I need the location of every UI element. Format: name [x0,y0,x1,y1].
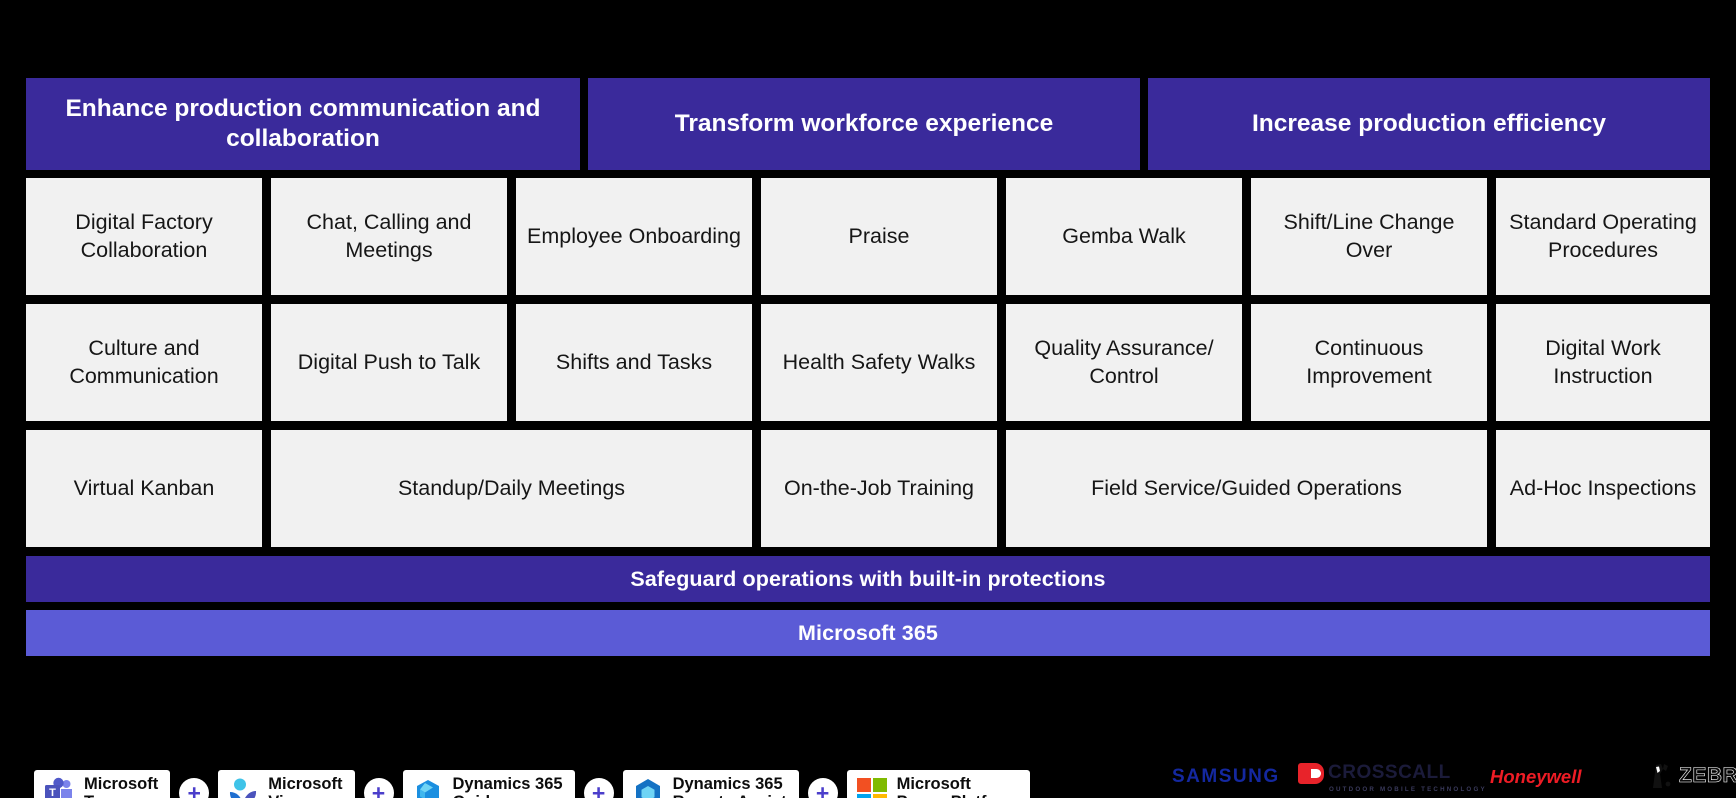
pillar-header-communication: Enhance production communication and col… [26,78,580,170]
plus-separator-icon: + [583,778,614,798]
microsoft-teams-icon: T [42,776,76,798]
product-label: Microsoft Power Platform [896,774,1018,798]
capability-cell[interactable]: Ad-Hoc Inspections [1496,430,1710,547]
capability-cell[interactable]: Digital Work Instruction [1496,304,1710,421]
capability-cell[interactable]: Digital Factory Collaboration [26,178,262,295]
capability-cell[interactable]: Gemba Walk [1006,178,1242,295]
capability-cell[interactable]: Shift/Line Change Over [1251,178,1487,295]
capability-cell[interactable]: Standard Operating Procedures [1496,178,1710,295]
product-label: Dynamics 365 Guides [452,774,563,798]
capability-row-2: Culture and Communication Digital Push t… [26,304,1710,421]
partner-tagline: OUTDOOR MOBILE TECHNOLOGY [1329,786,1487,793]
capability-row-1: Digital Factory Collaboration Chat, Call… [26,178,1710,295]
diagram-canvas: Enhance production communication and col… [0,78,1736,798]
capability-cell[interactable]: Digital Push to Talk [271,304,507,421]
capability-cell[interactable]: Standup/Daily Meetings [271,430,752,547]
capability-row-3: Virtual Kanban Standup/Daily Meetings On… [26,430,1710,547]
product-microsoft-viva[interactable]: Microsoft Viva [218,770,355,798]
partner-crosscall-logo: CROSSCALL OUTDOOR MOBILE TECHNOLOGY [1298,762,1487,793]
plus-separator-icon: + [807,778,838,798]
product-label: Microsoft Viva [268,774,343,798]
banner-safeguard: Safeguard operations with built-in prote… [26,556,1710,602]
partner-logo-group: SAMSUNG CROSSCALL OUTDOOR MOBILE TECHNOL… [1158,762,1736,798]
product-dynamics-365-guides[interactable]: Dynamics 365 Guides [402,770,575,798]
capability-grid: Digital Factory Collaboration Chat, Call… [26,178,1710,547]
dynamics-365-remote-assist-icon [631,776,665,798]
partner-zebra-logo: ZEBRA [1650,762,1736,790]
capability-cell[interactable]: Field Service/Guided Operations [1006,430,1487,547]
partner-honeywell-logo: Honeywell [1490,766,1582,787]
product-label: Microsoft Teams [84,774,159,798]
capability-cell[interactable]: Continuous Improvement [1251,304,1487,421]
capability-cell[interactable]: Chat, Calling and Meetings [271,178,507,295]
capability-cell[interactable]: Health Safety Walks [761,304,997,421]
dynamics-365-guides-icon [411,776,445,798]
capability-cell[interactable]: Virtual Kanban [26,430,262,547]
partner-name: ZEBRA [1679,764,1736,788]
product-dynamics-365-remote-assist[interactable]: Dynamics 365 Remote Assist [622,770,799,798]
pillar-header-efficiency: Increase production efficiency [1148,78,1710,170]
partner-samsung-logo: SAMSUNG [1172,766,1280,787]
microsoft-logo-icon [855,776,889,798]
microsoft-viva-icon [226,776,260,798]
pillar-row: Enhance production communication and col… [26,78,1710,170]
capability-cell[interactable]: Employee Onboarding [516,178,752,295]
capability-cell[interactable]: Culture and Communication [26,304,262,421]
capability-cell[interactable]: Shifts and Tasks [516,304,752,421]
product-logo-strip: T Microsoft Teams + Microsoft Viva + [34,770,1030,798]
svg-text:T: T [49,787,56,798]
banner-microsoft-365: Microsoft 365 [26,610,1710,656]
product-label: Dynamics 365 Remote Assist [672,774,787,798]
capability-cell[interactable]: Quality Assurance/ Control [1006,304,1242,421]
zebra-head-icon [1650,762,1676,790]
product-microsoft-power-platform[interactable]: Microsoft Power Platform [846,770,1030,798]
partner-name: CROSSCALL [1328,762,1451,783]
capability-cell[interactable]: Praise [761,178,997,295]
crosscall-mark-icon [1298,762,1324,784]
plus-separator-icon: + [179,778,210,798]
capability-cell[interactable]: On-the-Job Training [761,430,997,547]
plus-separator-icon: + [363,778,394,798]
product-microsoft-teams[interactable]: T Microsoft Teams [34,770,171,798]
pillar-header-workforce: Transform workforce experience [588,78,1140,170]
